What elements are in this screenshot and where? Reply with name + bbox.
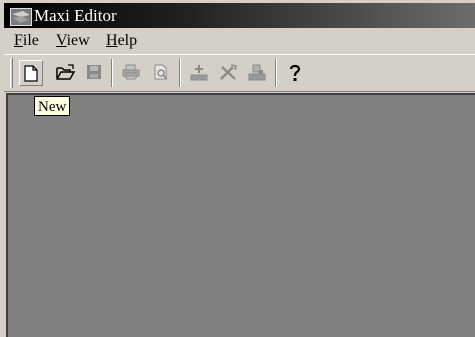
save-icon	[82, 64, 106, 80]
title-bar[interactable]: Maxi Editor	[4, 3, 475, 28]
import-button[interactable]	[245, 60, 269, 86]
open-folder-icon	[54, 64, 78, 81]
print-preview-icon	[149, 64, 173, 81]
app-icon[interactable]	[10, 8, 32, 26]
workspace-area[interactable]	[6, 93, 475, 337]
menu-help[interactable]: Help	[106, 31, 137, 51]
import-icon	[245, 64, 269, 81]
help-button[interactable]	[283, 60, 307, 86]
open-button[interactable]	[54, 60, 78, 86]
print-button[interactable]	[119, 60, 143, 86]
add-button[interactable]	[187, 60, 211, 86]
tooltip: New	[34, 96, 71, 116]
app-window: Maxi Editor File View Help New	[0, 0, 475, 337]
print-preview-button[interactable]	[149, 60, 173, 86]
new-document-icon	[20, 65, 42, 82]
tools-button[interactable]	[216, 60, 240, 86]
add-icon	[187, 64, 211, 81]
menu-bar: File View Help	[4, 28, 475, 53]
toolbar-separator	[179, 59, 181, 87]
toolbar	[4, 54, 475, 92]
menu-view[interactable]: View	[56, 31, 90, 51]
window-title: Maxi Editor	[34, 6, 117, 25]
toolbar-separator	[111, 59, 113, 87]
print-icon	[119, 64, 143, 80]
help-icon	[283, 64, 307, 82]
menu-file[interactable]: File	[14, 31, 39, 51]
save-button[interactable]	[82, 60, 106, 86]
tools-icon	[216, 64, 240, 81]
new-button[interactable]	[19, 60, 43, 86]
toolbar-separator	[275, 59, 277, 87]
toolbar-grip[interactable]	[10, 58, 13, 88]
